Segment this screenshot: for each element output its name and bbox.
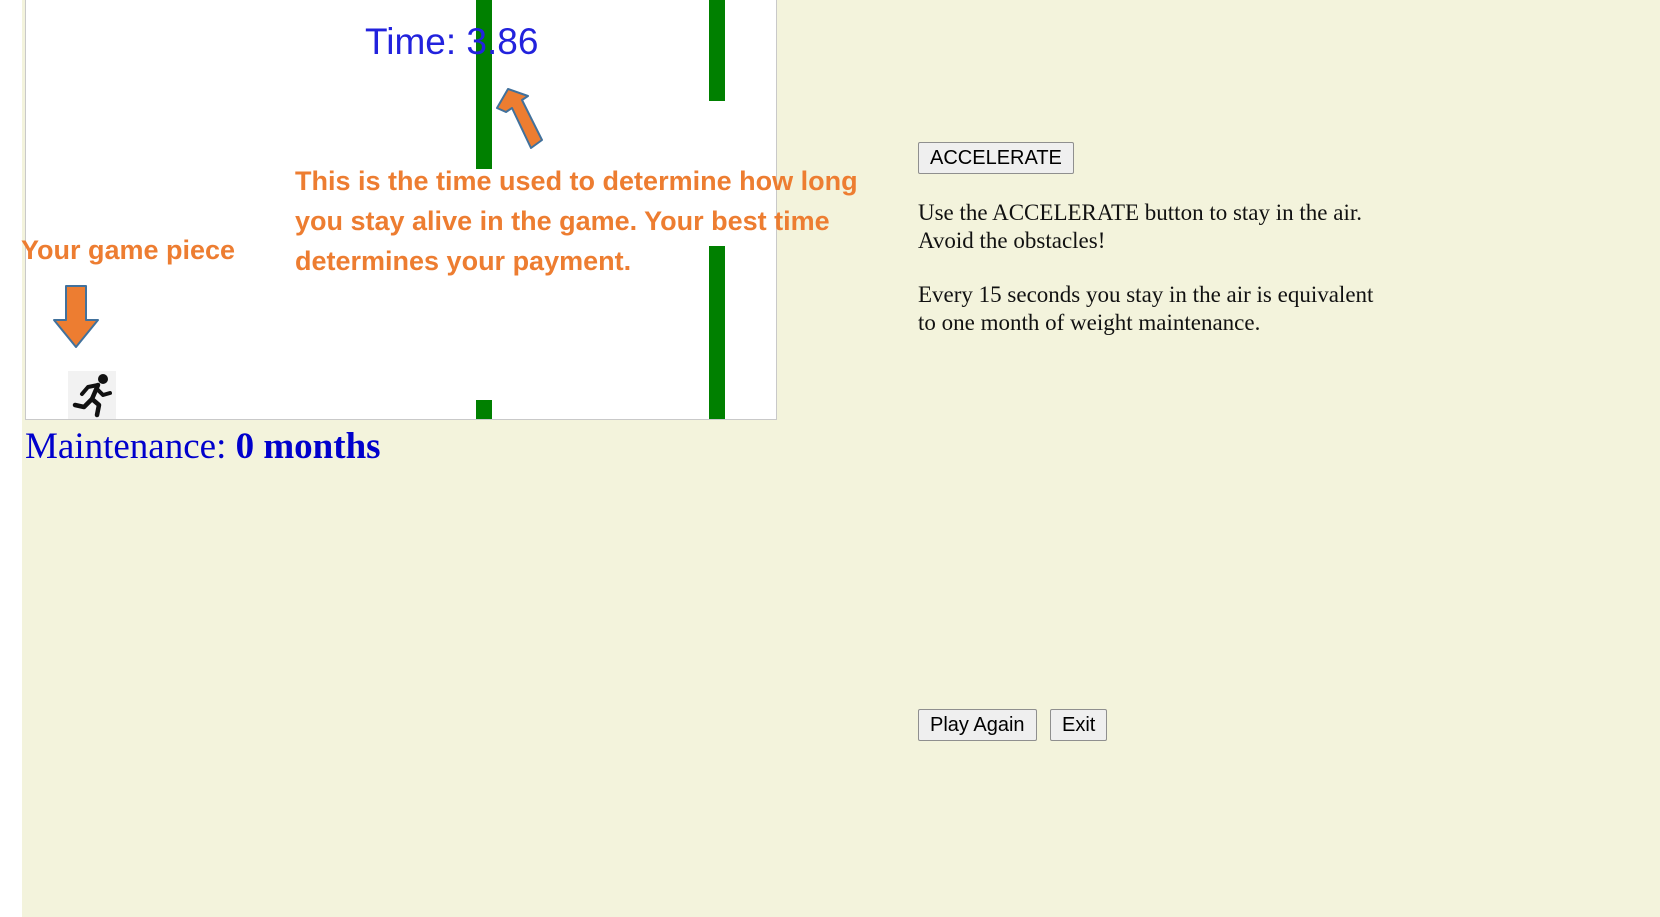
play-again-button[interactable]: Play Again: [918, 709, 1037, 741]
instructions-text: Use the ACCELERATE button to stay in the…: [918, 200, 1362, 253]
timer-value: 3.86: [466, 21, 539, 62]
maintenance-status: Maintenance: 0 months: [25, 425, 381, 468]
timer-label: Time:: [365, 21, 467, 62]
running-person-icon: [68, 371, 116, 419]
accelerate-button[interactable]: ACCELERATE: [918, 142, 1074, 174]
up-arrow-icon: [496, 88, 543, 149]
timer-annotation: This is the time used to determine how l…: [295, 166, 858, 276]
pipe-bottom-1: [476, 400, 492, 419]
pipe-top-2: [709, 0, 725, 101]
maintenance-value: 0 months: [235, 426, 381, 467]
maintenance-label: Maintenance:: [25, 426, 236, 467]
reward-explanation-text: Every 15 seconds you stay in the air is …: [918, 282, 1374, 335]
game-piece-annotation: Your game piece: [21, 235, 236, 265]
down-arrow-icon: [53, 285, 99, 348]
exit-button[interactable]: Exit: [1050, 709, 1108, 741]
timer-display: Time: 3.86: [365, 21, 538, 63]
